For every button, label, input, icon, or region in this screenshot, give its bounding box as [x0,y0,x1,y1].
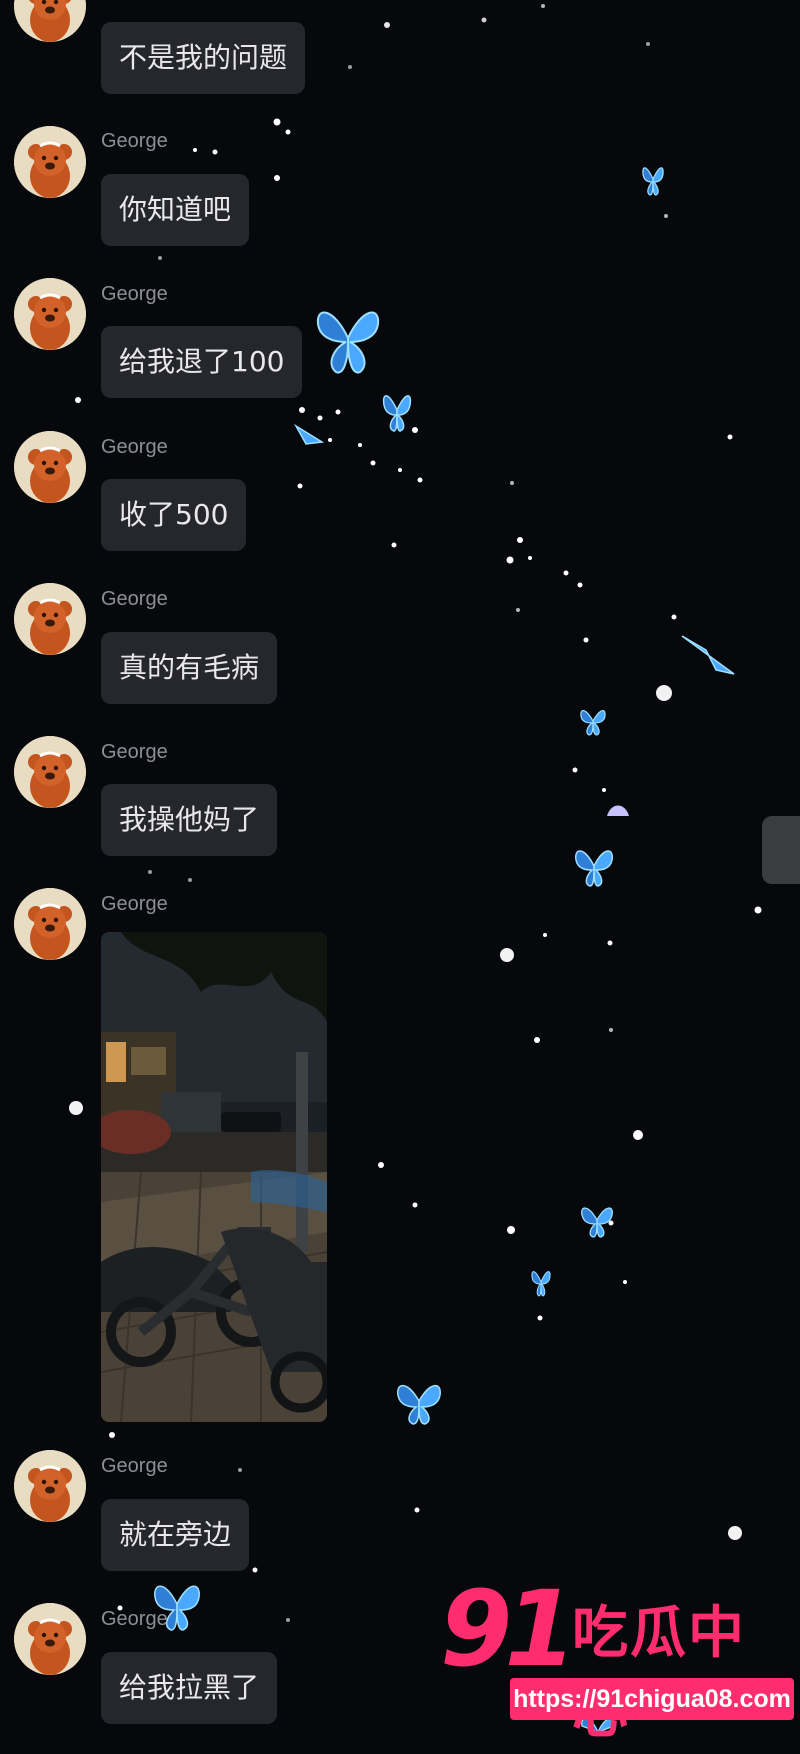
message-bubble[interactable]: 不是我的问题 [101,22,306,94]
photo-message[interactable] [101,932,327,1422]
avatar[interactable] [14,888,86,960]
message-bubble[interactable]: 收了500 [101,479,247,551]
message-bubble[interactable]: 你知道吧 [101,174,250,246]
avatar[interactable] [14,126,86,198]
butterfly-icon [397,1384,441,1425]
avatar[interactable] [14,278,86,350]
side-panel-handle[interactable] [762,816,800,884]
butterfly-icon [531,1271,551,1297]
avatar[interactable] [14,0,86,42]
avatar[interactable] [14,583,86,655]
sender-name: George [101,1455,168,1477]
avatar[interactable] [14,1450,86,1522]
sender-name: George [101,283,168,305]
butterfly-icon [642,167,664,196]
sender-name: George [101,741,168,763]
sender-name: George [101,436,168,458]
avatar[interactable] [14,1603,86,1675]
butterfly-icon [580,710,606,736]
butterfly-icon [293,423,325,445]
butterfly-icon [575,850,613,887]
butterfly-icon [316,311,380,374]
butterfly-icon [681,635,735,675]
watermark: 91 吃瓜中心 https://91chigua08.com [440,1568,800,1746]
butterfly-icon [607,805,629,816]
sender-name: George [101,588,168,610]
street-night-photo [101,932,327,1422]
avatar[interactable] [14,431,86,503]
sender-name: George [101,893,168,915]
message-bubble[interactable]: 给我拉黑了 [101,1652,278,1724]
watermark-brand: 吃瓜中心 [572,1601,746,1746]
sender-name: George [101,130,168,152]
message-bubble[interactable]: 我操他妈了 [101,784,278,856]
watermark-number: 91 [440,1568,577,1690]
butterfly-icon [382,395,412,432]
message-bubble[interactable]: 就在旁边 [101,1499,250,1571]
butterfly-icon [581,1207,613,1238]
message-bubble[interactable]: 给我退了100 [101,326,303,398]
watermark-url: https://91chigua08.com [510,1678,794,1720]
avatar[interactable] [14,736,86,808]
message-bubble[interactable]: 真的有毛病 [101,632,278,704]
sender-name: George [101,1608,168,1630]
